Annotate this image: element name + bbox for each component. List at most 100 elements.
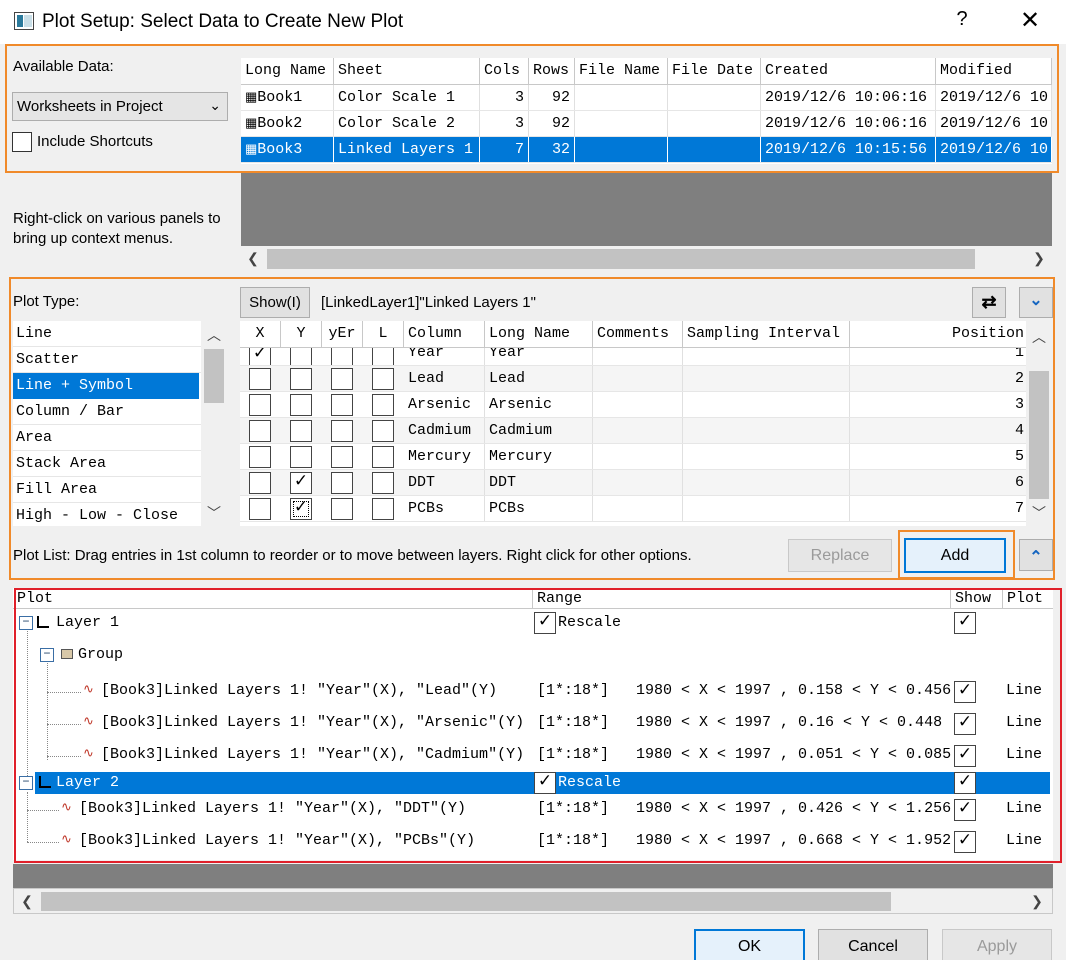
- scroll-down-icon[interactable]: ﹀: [1029, 503, 1049, 523]
- scroll-left-icon[interactable]: ❮: [243, 250, 263, 267]
- col-modified[interactable]: Modified: [936, 58, 1052, 84]
- cell-cols: 3: [480, 111, 529, 136]
- table-row[interactable]: ▦Book1 Color Scale 1 3 92 2019/12/6 10:0…: [241, 85, 1052, 111]
- expand-icon[interactable]: ⌄: [1019, 287, 1053, 318]
- scroll-right-icon[interactable]: ❯: [1027, 893, 1047, 910]
- window-title: Plot Setup: Select Data to Create New Pl…: [42, 11, 404, 32]
- ok-button[interactable]: OK: [694, 929, 805, 960]
- y-checkbox[interactable]: [290, 420, 312, 442]
- y-checkbox[interactable]: [290, 446, 312, 468]
- plot-type-item[interactable]: Column / Bar: [13, 399, 201, 425]
- table-row[interactable]: ✓ Year Year 1: [240, 348, 1052, 366]
- plot-type-item[interactable]: Area: [13, 425, 201, 451]
- x-checkbox[interactable]: [249, 446, 271, 468]
- col-sampling-interval[interactable]: Sampling Interval: [683, 321, 850, 347]
- x-checkbox[interactable]: ✓: [249, 348, 271, 365]
- label-checkbox[interactable]: [372, 446, 394, 468]
- col-x[interactable]: X: [240, 321, 281, 347]
- label-checkbox[interactable]: [372, 394, 394, 416]
- yerr-checkbox[interactable]: [331, 420, 353, 442]
- available-data-combo[interactable]: Worksheets in Project ⌄: [12, 92, 228, 121]
- label-checkbox[interactable]: [372, 368, 394, 390]
- plot-type-item[interactable]: High - Low - Close: [13, 503, 201, 526]
- label-checkbox[interactable]: [372, 420, 394, 442]
- include-shortcuts-checkbox[interactable]: [12, 132, 32, 152]
- help-button[interactable]: ?: [950, 8, 974, 36]
- swap-icon[interactable]: ⇄: [972, 287, 1006, 318]
- yerr-checkbox[interactable]: [331, 498, 353, 520]
- cell-sheet: Linked Layers 1: [334, 137, 480, 162]
- col-long-name[interactable]: Long Name: [485, 321, 593, 347]
- table-row[interactable]: ✓ PCBs PCBs 7: [240, 496, 1052, 522]
- col-yer[interactable]: yEr: [322, 321, 363, 347]
- add-button[interactable]: Add: [904, 538, 1006, 573]
- table-row-selected[interactable]: ▦Book3 Linked Layers 1 7 32 2019/12/6 10…: [241, 137, 1052, 163]
- col-cols[interactable]: Cols: [480, 58, 529, 84]
- y-checkbox[interactable]: ✓: [290, 498, 312, 520]
- plot-type-item[interactable]: Stack Area: [13, 451, 201, 477]
- label-checkbox[interactable]: [372, 498, 394, 520]
- y-checkbox[interactable]: [290, 348, 312, 365]
- cell-file-date: [668, 85, 761, 110]
- apply-button[interactable]: Apply: [942, 929, 1052, 960]
- plot-type-vscrollbar[interactable]: ︿ ﹀: [201, 321, 227, 526]
- table-row[interactable]: Cadmium Cadmium 4: [240, 418, 1052, 444]
- plot-list-hscrollbar[interactable]: ❮ ❯: [13, 888, 1053, 914]
- col-l[interactable]: L: [363, 321, 404, 347]
- scroll-up-icon[interactable]: ︿: [204, 325, 224, 345]
- columns-vscrollbar[interactable]: ︿ ﹀: [1026, 321, 1052, 526]
- x-checkbox[interactable]: [249, 420, 271, 442]
- y-checkbox[interactable]: [290, 394, 312, 416]
- col-column[interactable]: Column: [404, 321, 485, 347]
- col-file-name[interactable]: File Name: [575, 58, 668, 84]
- scroll-thumb[interactable]: [41, 892, 891, 911]
- close-button[interactable]: ✕: [1016, 6, 1044, 36]
- y-checkbox[interactable]: [290, 368, 312, 390]
- x-checkbox[interactable]: [249, 498, 271, 520]
- col-position[interactable]: Position: [850, 321, 1026, 347]
- col-sheet[interactable]: Sheet: [334, 58, 480, 84]
- table-row[interactable]: Lead Lead 2: [240, 366, 1052, 392]
- label-checkbox[interactable]: [372, 348, 394, 365]
- col-created[interactable]: Created: [761, 58, 936, 84]
- plot-type-item[interactable]: Fill Area: [13, 477, 201, 503]
- show-button[interactable]: Show(I): [240, 287, 310, 318]
- col-comments[interactable]: Comments: [593, 321, 683, 347]
- cell-cols: 3: [480, 85, 529, 110]
- yerr-checkbox[interactable]: [331, 472, 353, 494]
- col-rows[interactable]: Rows: [529, 58, 575, 84]
- yerr-checkbox[interactable]: [331, 394, 353, 416]
- plot-type-item-selected[interactable]: Line + Symbol: [13, 373, 199, 399]
- x-checkbox[interactable]: [249, 472, 271, 494]
- table-row[interactable]: Mercury Mercury 5: [240, 444, 1052, 470]
- plot-list-hint: Plot List: Drag entries in 1st column to…: [13, 547, 692, 564]
- table-row[interactable]: ▦Book2 Color Scale 2 3 92 2019/12/6 10:0…: [241, 111, 1052, 137]
- yerr-checkbox[interactable]: [331, 348, 353, 365]
- scroll-thumb[interactable]: [267, 249, 975, 269]
- scroll-up-icon[interactable]: ︿: [1029, 327, 1049, 347]
- scroll-down-icon[interactable]: ﹀: [204, 503, 224, 523]
- label-checkbox[interactable]: [372, 472, 394, 494]
- scroll-right-icon[interactable]: ❯: [1029, 250, 1049, 267]
- x-checkbox[interactable]: [249, 368, 271, 390]
- col-long-name[interactable]: Long Name: [241, 58, 334, 84]
- table-row[interactable]: Arsenic Arsenic 3: [240, 392, 1052, 418]
- columns-header: X Y yEr L Column Long Name Comments Samp…: [240, 321, 1026, 348]
- x-checkbox[interactable]: [249, 394, 271, 416]
- col-y[interactable]: Y: [281, 321, 322, 347]
- collapse-icon[interactable]: ⌃: [1019, 539, 1053, 571]
- combo-value: Worksheets in Project: [17, 98, 163, 115]
- table-row[interactable]: ✓ DDT DDT 6: [240, 470, 1052, 496]
- y-checkbox[interactable]: ✓: [290, 472, 312, 494]
- col-file-date[interactable]: File Date: [668, 58, 761, 84]
- plot-type-item[interactable]: Scatter: [13, 347, 201, 373]
- datasets-hscrollbar[interactable]: ❮ ❯: [241, 246, 1052, 272]
- yerr-checkbox[interactable]: [331, 446, 353, 468]
- yerr-checkbox[interactable]: [331, 368, 353, 390]
- scroll-left-icon[interactable]: ❮: [17, 893, 37, 910]
- scroll-thumb[interactable]: [204, 349, 224, 403]
- replace-button[interactable]: Replace: [788, 539, 892, 572]
- scroll-thumb[interactable]: [1029, 371, 1049, 499]
- plot-type-item[interactable]: Line: [13, 321, 201, 347]
- cancel-button[interactable]: Cancel: [818, 929, 928, 960]
